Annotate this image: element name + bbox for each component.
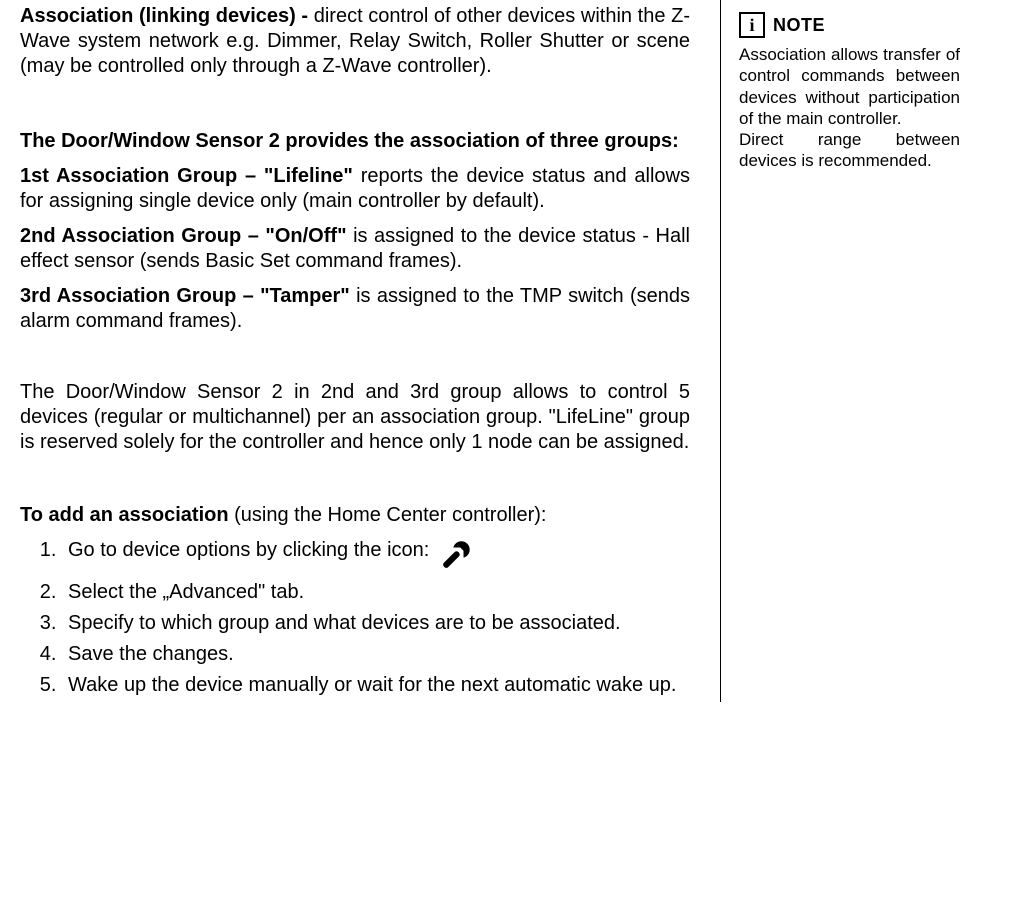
- group-2: 2nd Association Group – "On/Off" is assi…: [20, 224, 690, 274]
- steps-list: Go to device options by clicking the ico…: [20, 536, 690, 698]
- intro-lead: Association (linking devices) -: [20, 5, 314, 27]
- note-title: NOTE: [773, 14, 825, 37]
- sidebar-note: i NOTE Association allows transfer of co…: [720, 0, 960, 702]
- add-association-lead: To add an association: [20, 504, 229, 526]
- note-header: i NOTE: [739, 12, 960, 38]
- intro-paragraph: Association (linking devices) - direct c…: [20, 4, 690, 79]
- limits-paragraph: The Door/Window Sensor 2 in 2nd and 3rd …: [20, 380, 690, 455]
- step-3: Specify to which group and what devices …: [62, 611, 690, 636]
- group-3: 3rd Association Group – "Tamper" is assi…: [20, 284, 690, 334]
- group-1-lead: 1st Association Group – "Lifeline": [20, 165, 353, 187]
- step-2: Select the „Advanced" tab.: [62, 580, 690, 605]
- step-1: Go to device options by clicking the ico…: [62, 536, 690, 574]
- add-association-rest: (using the Home Center controller):: [229, 504, 547, 526]
- add-association-heading: To add an association (using the Home Ce…: [20, 503, 690, 528]
- note-body-1: Association allows transfer of control c…: [739, 45, 960, 128]
- main-column: Association (linking devices) - direct c…: [20, 4, 720, 702]
- groups-heading: The Door/Window Sensor 2 provides the as…: [20, 129, 690, 154]
- note-body: Association allows transfer of control c…: [739, 44, 960, 172]
- step-1-text: Go to device options by clicking the ico…: [68, 536, 429, 563]
- group-1: 1st Association Group – "Lifeline" repor…: [20, 164, 690, 214]
- info-icon: i: [739, 12, 765, 38]
- group-3-lead: 3rd Association Group – "Tamper": [20, 285, 350, 307]
- wrench-icon: [437, 536, 475, 574]
- step-5: Wake up the device manually or wait for …: [62, 673, 690, 698]
- note-body-2: Direct range between devices is recommen…: [739, 130, 960, 170]
- group-2-lead: 2nd Association Group – "On/Off": [20, 225, 347, 247]
- step-4: Save the changes.: [62, 642, 690, 667]
